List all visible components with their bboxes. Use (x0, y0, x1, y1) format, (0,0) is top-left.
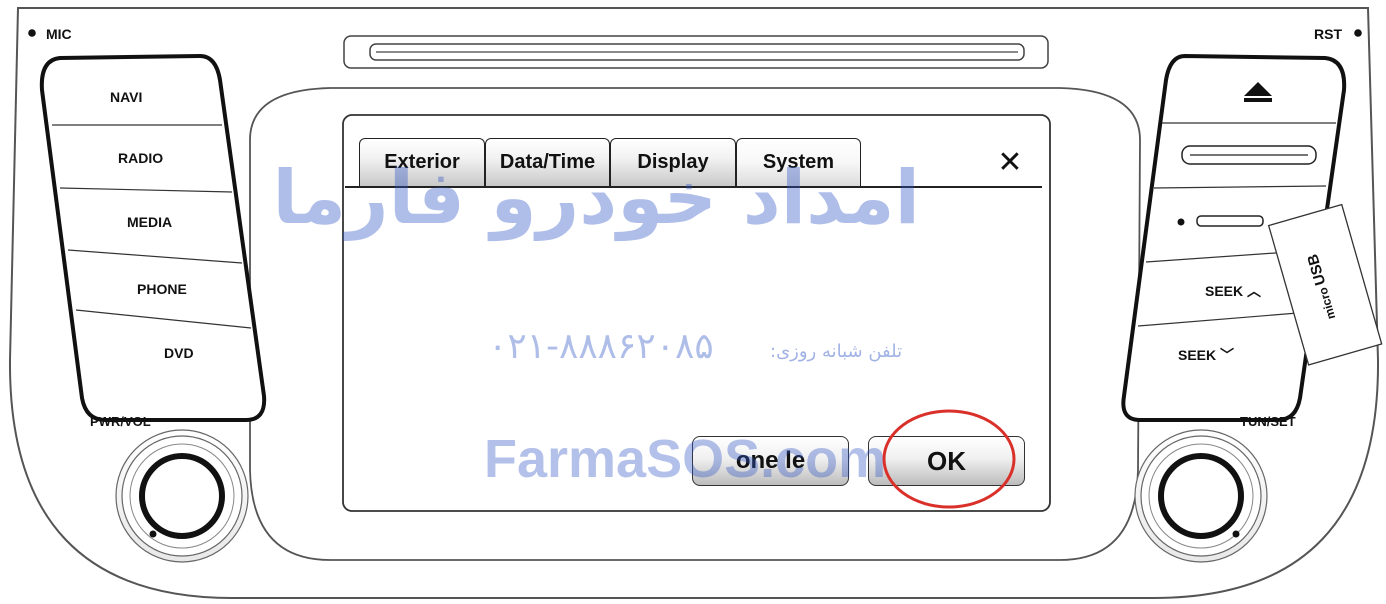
radio-button[interactable]: RADIO (118, 150, 163, 166)
head-unit-diagram: MIC RST PWR/VOL TUN/SET NAVI RADIO MEDIA… (0, 0, 1386, 604)
tun-set-label: TUN/SET (1240, 414, 1296, 429)
seek-up-button[interactable]: SEEK ︿ (1205, 281, 1261, 301)
mic-dot (28, 29, 36, 37)
rst-dot (1354, 29, 1362, 37)
media-button[interactable]: MEDIA (127, 214, 172, 230)
pwr-vol-label: PWR/VOL (90, 414, 151, 429)
watermark-site: FarmaSOS.com (484, 429, 887, 489)
rst-label: RST (1314, 26, 1342, 42)
watermark-phone-number: ۰۲۱-۸۸۸۶۲۰۸۵ (488, 326, 714, 367)
mic-label: MIC (46, 26, 72, 42)
close-icon[interactable]: ✕ (990, 142, 1030, 182)
head-unit-frame (8, 7, 1383, 600)
dvd-button[interactable]: DVD (164, 345, 194, 361)
watermark-phone-label: تلفن شبانه روزی: (770, 341, 903, 362)
navi-button[interactable]: NAVI (110, 89, 142, 105)
tun-set-knob (1134, 429, 1268, 563)
micro-sd-slot (1196, 215, 1264, 227)
eject-button[interactable] (1228, 74, 1288, 110)
pwr-vol-knob (115, 429, 249, 563)
seek-down-button[interactable]: SEEK ﹀ (1178, 345, 1234, 365)
watermark-persian-name: امداد خودرو فارما (272, 155, 920, 241)
phone-button[interactable]: PHONE (137, 281, 187, 297)
ok-button[interactable]: OK (868, 436, 1025, 486)
